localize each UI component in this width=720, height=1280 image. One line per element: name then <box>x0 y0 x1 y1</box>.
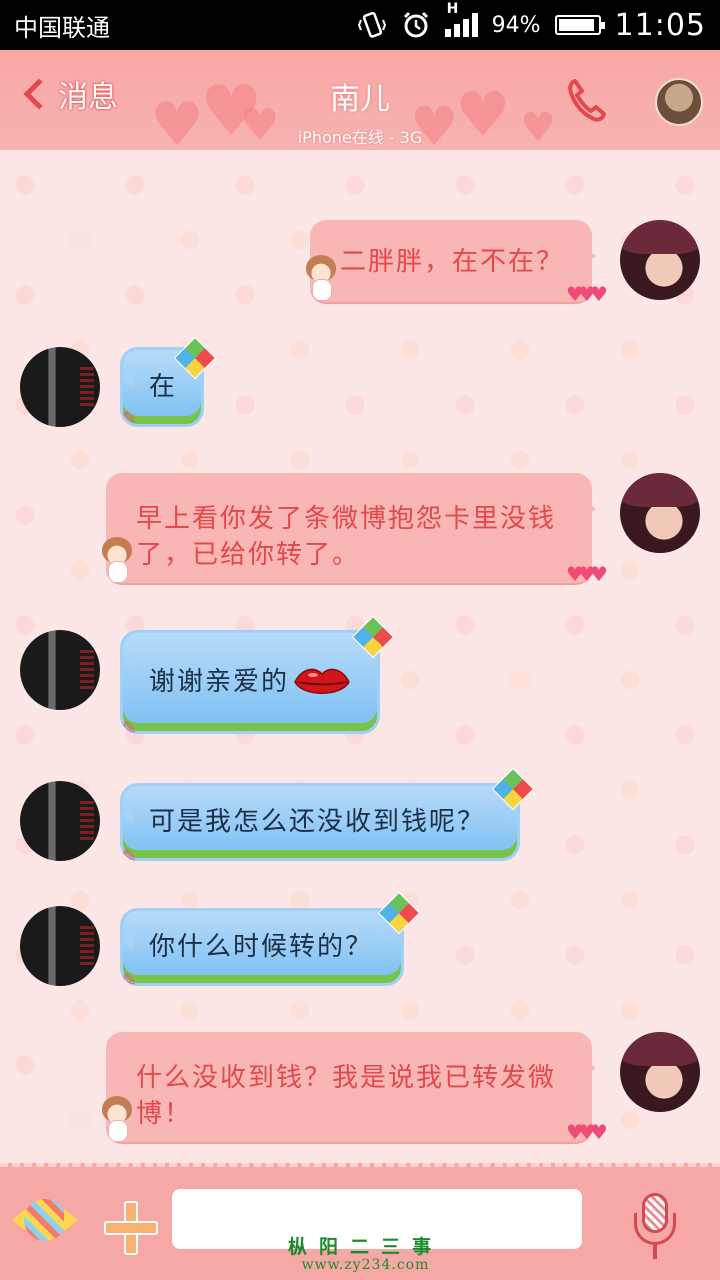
pin-icon: ✎ <box>122 846 138 867</box>
message-text: 二胖胖，在不在？ <box>340 247 565 277</box>
microphone-icon[interactable] <box>630 1193 680 1273</box>
girl-sticker-icon <box>300 255 342 303</box>
signal-icon: H <box>444 1 478 37</box>
message-bubble-incoming[interactable]: 可是我怎么还没收到钱呢？ <box>119 783 520 861</box>
girl-sticker-icon <box>96 537 138 585</box>
avatar-self[interactable] <box>620 1032 700 1112</box>
hearts-icon: ♥♥♥ <box>566 1120 608 1144</box>
watermark: 枞阳二三事 www.zy234.com <box>288 1232 443 1273</box>
message-bubble-outgoing[interactable]: 什么没收到钱？我是说我已转发微博！ <box>106 1032 596 1142</box>
chat-area[interactable]: 二胖胖，在不在？ ♥♥♥ 在 ✎ 早上看你发了条微博抱怨卡里没钱了，已给你转了。… <box>0 50 720 1163</box>
lips-icon <box>294 668 350 694</box>
hearts-icon: ♥♥♥ <box>566 282 608 306</box>
avatar-contact[interactable] <box>20 347 100 427</box>
avatar-contact[interactable] <box>20 630 100 710</box>
battery-icon <box>554 15 605 35</box>
message-text: 什么没收到钱？我是说我已转发微博！ <box>136 1063 557 1129</box>
message-bubble-incoming[interactable]: 谢谢亲爱的 <box>119 630 380 734</box>
message-bubble-incoming[interactable]: 你什么时候转的？ <box>119 908 404 986</box>
avatar-contact[interactable] <box>20 781 100 861</box>
phone-icon[interactable] <box>566 78 606 122</box>
status-bar: 中国联通 H 94% 11:05 <box>0 0 720 50</box>
hearts-icon: ♥♥♥ <box>566 562 608 586</box>
candy-icon[interactable] <box>12 1195 78 1249</box>
pin-icon: ✎ <box>122 408 138 429</box>
contact-avatar-button[interactable] <box>655 78 703 126</box>
watermark-main: 枞阳二三事 <box>288 1236 444 1258</box>
message-text: 在 <box>149 372 178 402</box>
avatar-contact[interactable] <box>20 906 100 986</box>
watermark-url: www.zy234.com <box>301 1257 430 1273</box>
battery-fill <box>558 19 595 31</box>
vibrate-icon <box>357 11 386 38</box>
message-bubble-outgoing[interactable]: 二胖胖，在不在？ <box>310 220 596 302</box>
message-text: 你什么时候转的？ <box>149 932 374 962</box>
carrier-label: 中国联通 <box>14 13 110 42</box>
title-block: 南儿 iPhone在线 - 3G <box>0 74 720 148</box>
alarm-icon <box>403 11 428 38</box>
plus-icon[interactable] <box>104 1201 158 1255</box>
battery-percent: 94% <box>491 12 541 38</box>
pin-icon: ✎ <box>122 718 138 739</box>
contact-name: 南儿 <box>330 82 390 117</box>
clock: 11:05 <box>614 7 706 43</box>
status-icons: H 94% 11:05 <box>357 1 706 43</box>
chat-header: ♥ ♥ ♥ ♥ ♥ ♥ 消息 南儿 iPhone在线 - 3G <box>0 50 720 150</box>
avatar-self[interactable] <box>620 220 700 300</box>
contact-status: iPhone在线 - 3G <box>297 128 423 147</box>
message-text: 可是我怎么还没收到钱呢？ <box>149 807 486 837</box>
pin-icon: ✎ <box>122 970 138 991</box>
message-text: 早上看你发了条微博抱怨卡里没钱了，已给你转了。 <box>136 504 557 570</box>
message-bubble-outgoing[interactable]: 早上看你发了条微博抱怨卡里没钱了，已给你转了。 <box>106 473 596 583</box>
girl-sticker-icon <box>96 1096 138 1144</box>
message-text: 谢谢亲爱的 <box>149 667 290 697</box>
avatar-self[interactable] <box>620 473 700 553</box>
